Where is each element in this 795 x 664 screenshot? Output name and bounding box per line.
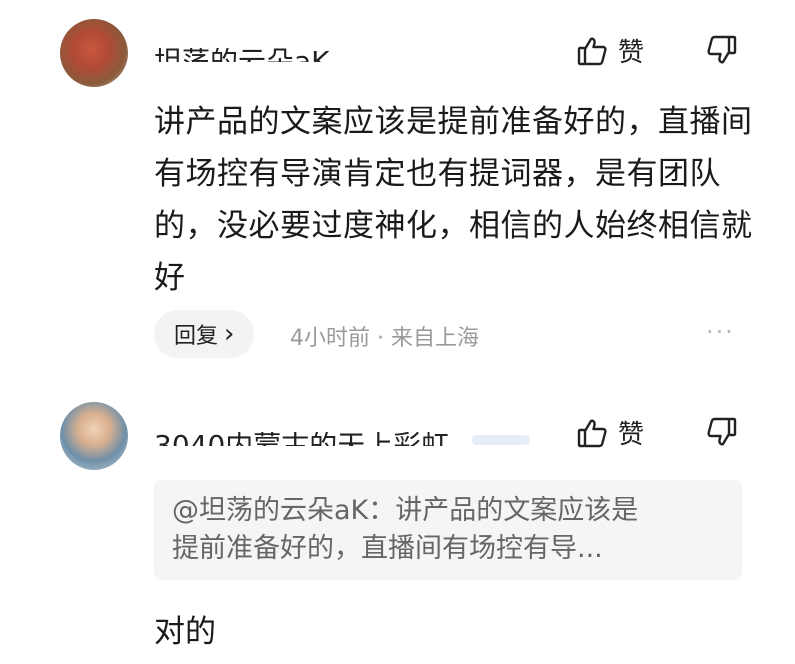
more-options-icon[interactable]: ···: [706, 318, 735, 346]
comment-meta: 4小时前 · 来自上海: [290, 320, 479, 352]
like-label: 赞: [618, 38, 645, 68]
username[interactable]: 3040内蒙古的天上彩虹: [154, 432, 449, 446]
separator: ·: [377, 326, 384, 351]
thumbs-up-icon: [576, 417, 608, 449]
avatar[interactable]: [60, 19, 128, 87]
location: 来自上海: [391, 326, 480, 351]
avatar[interactable]: [60, 402, 128, 470]
like-button[interactable]: 赞: [576, 32, 644, 69]
dislike-button[interactable]: [706, 34, 738, 66]
thumbs-down-icon: [706, 416, 738, 448]
like-button[interactable]: 赞: [576, 414, 644, 451]
comment-text: 对的: [154, 614, 216, 650]
comment-text: 讲产品的文案应该是提前准备好的，直播间有场控有导演肯定也有提词器，是有团队的，没…: [154, 104, 753, 296]
like-label: 赞: [618, 420, 645, 450]
quote-line: @坦荡的云朵aK：讲产品的文案应该是: [172, 495, 639, 526]
timestamp: 4小时前: [290, 326, 370, 351]
thumbs-down-icon: [706, 34, 738, 66]
chevron-right-icon: ›: [224, 319, 235, 349]
quote-line: 提前准备好的，直播间有场控有导...: [172, 533, 603, 564]
user-badge: [472, 435, 530, 445]
quoted-comment[interactable]: @坦荡的云朵aK：讲产品的文案应该是 提前准备好的，直播间有场控有导...: [154, 480, 742, 580]
reply-label: 回复: [174, 324, 219, 349]
reply-button[interactable]: 回复 ›: [154, 310, 255, 358]
thumbs-up-icon: [576, 35, 608, 67]
dislike-button[interactable]: [706, 416, 738, 448]
username[interactable]: 坦荡的云朵aK: [154, 48, 330, 62]
